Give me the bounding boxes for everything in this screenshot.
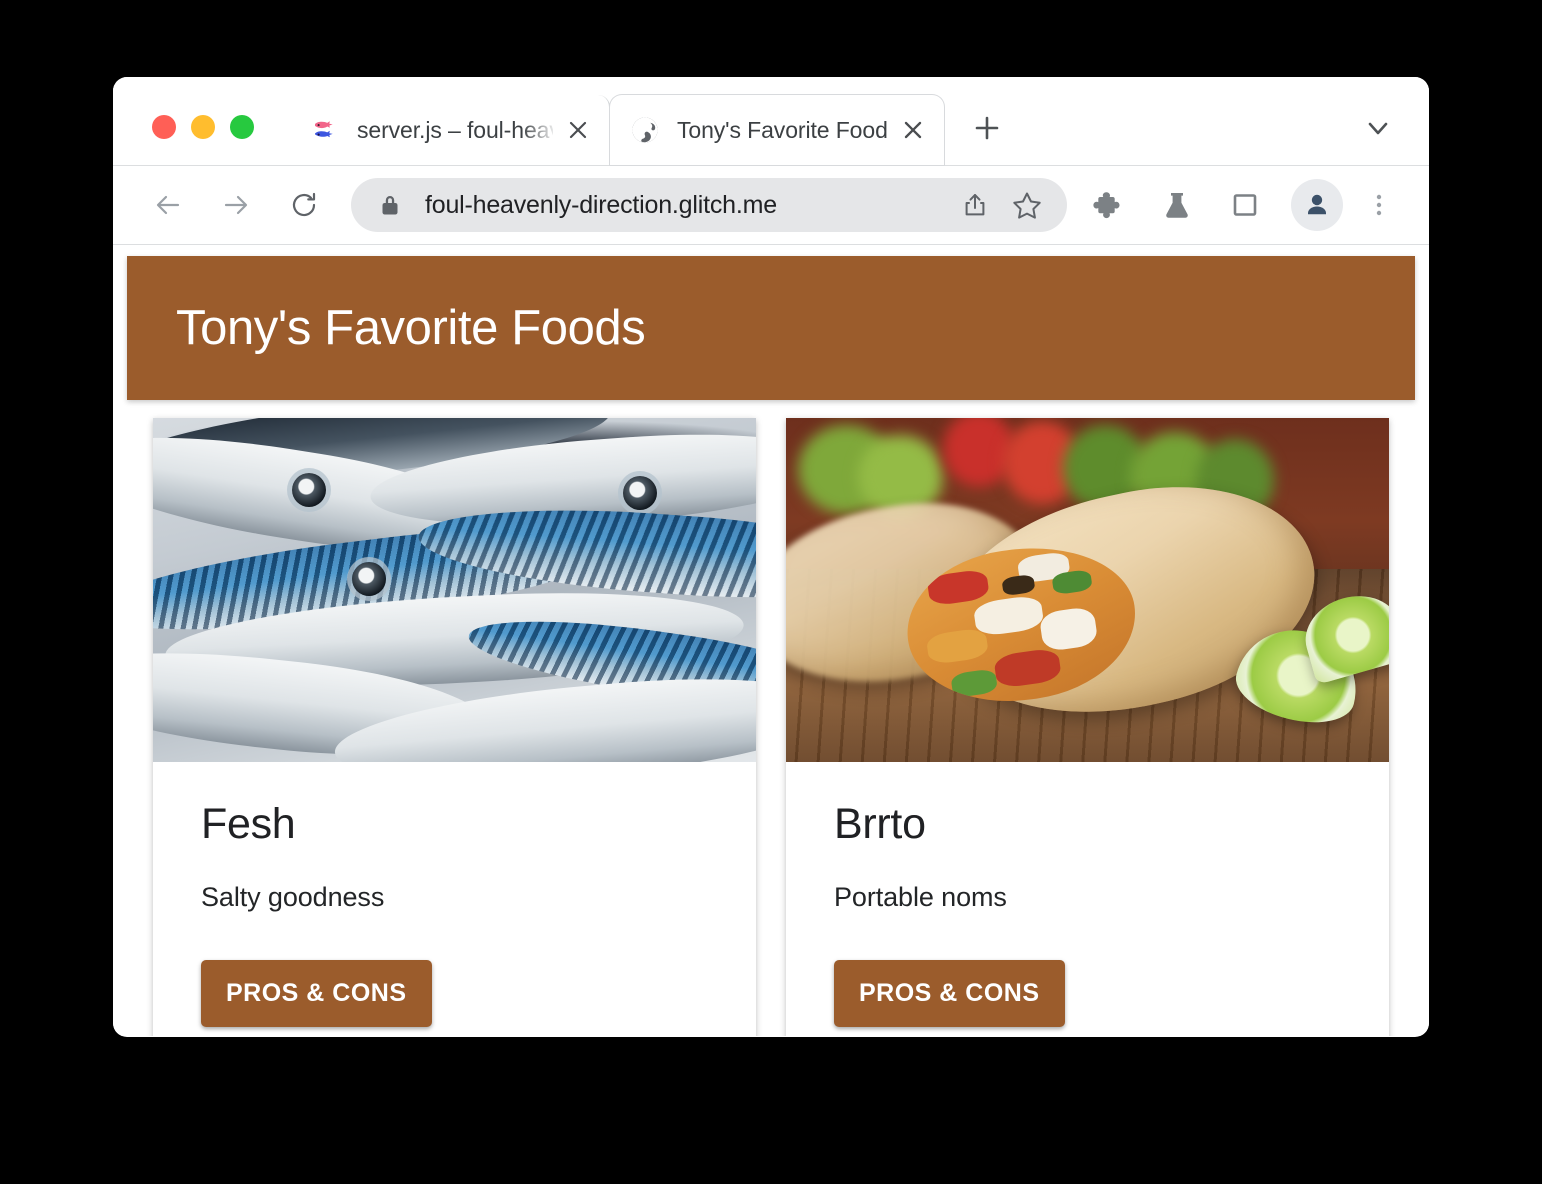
browser-toolbar: foul-heavenly-direction.glitch.me (113, 165, 1429, 245)
food-card-body-fesh: Fesh Salty goodness PROS & CONS (153, 762, 756, 1036)
fresh-mackerel-fish-photo (153, 418, 756, 762)
url-text[interactable]: foul-heavenly-direction.glitch.me (425, 191, 949, 220)
browser-menu-button[interactable] (1353, 179, 1405, 231)
tropical-fish-icon (310, 115, 340, 145)
food-card-brrto[interactable]: Brrto Portable noms PROS & CONS (786, 418, 1389, 1036)
forward-button[interactable] (211, 180, 261, 230)
address-bar[interactable]: foul-heavenly-direction.glitch.me (351, 178, 1067, 232)
forward-arrow-icon (221, 190, 251, 220)
food-card-description-brrto: Portable noms (834, 882, 1007, 912)
pros-and-cons-button-fesh[interactable]: PROS & CONS (201, 960, 432, 1027)
window-zoom-button[interactable] (230, 115, 254, 139)
tab-search-button[interactable] (1353, 103, 1403, 153)
globe-icon (630, 115, 660, 145)
window-close-button[interactable] (152, 115, 176, 139)
lock-icon (379, 193, 401, 217)
bookmark-button[interactable] (1001, 179, 1053, 231)
food-card-fesh[interactable]: Fesh Salty goodness PROS & CONS (153, 418, 756, 1036)
side-panel-button[interactable] (1219, 179, 1271, 231)
share-icon (961, 191, 989, 219)
new-tab-button[interactable] (960, 101, 1014, 155)
fish-photo-illustration (153, 418, 756, 762)
labs-button[interactable] (1151, 179, 1203, 231)
browser-window: server.js – foul-heavenly-dir (113, 77, 1429, 1037)
tab-close-button-tonys-favorite-foods[interactable] (896, 113, 930, 147)
side-panel-icon (1231, 191, 1259, 219)
food-card-title-fesh: Fesh (201, 800, 296, 848)
tab-tonys-favorite-foods[interactable]: Tony's Favorite Foods (610, 95, 944, 165)
tab-title-tonys-favorite-foods: Tony's Favorite Foods (677, 116, 888, 143)
food-card-body-brrto: Brrto Portable noms PROS & CONS (786, 762, 1389, 1036)
chicken-burrito-with-lime-photo (786, 418, 1389, 762)
window-minimize-button[interactable] (191, 115, 215, 139)
food-card-title-brrto: Brrto (834, 800, 926, 848)
back-button[interactable] (143, 180, 193, 230)
extensions-button[interactable] (1083, 179, 1135, 231)
food-card-grid: Fesh Salty goodness PROS & CONS Brrto Po… (153, 418, 1415, 1036)
three-dot-menu-icon (1366, 192, 1392, 218)
puzzle-piece-icon (1093, 189, 1125, 221)
screen: server.js – foul-heavenly-dir (0, 0, 1542, 1184)
back-arrow-icon (153, 190, 183, 220)
reload-button[interactable] (279, 180, 329, 230)
reload-icon (289, 190, 319, 220)
profile-avatar-icon (1302, 190, 1332, 220)
tab-server-js[interactable]: server.js – foul-heavenly-dir (290, 95, 610, 165)
page-content: Tony's Favorite Foods Fesh Salty goodnes… (113, 245, 1429, 1036)
star-icon (1012, 190, 1042, 220)
flask-icon (1162, 190, 1192, 220)
window-traffic-lights (113, 115, 254, 165)
chevron-down-icon (1364, 114, 1392, 142)
share-button[interactable] (949, 179, 1001, 231)
page-title: Tony's Favorite Foods (176, 301, 646, 355)
profile-button[interactable] (1291, 179, 1343, 231)
site-header-banner: Tony's Favorite Foods (127, 256, 1415, 400)
tab-strip: server.js – foul-heavenly-dir (113, 77, 1429, 165)
pros-and-cons-button-brrto[interactable]: PROS & CONS (834, 960, 1065, 1027)
tab-title-server-js: server.js – foul-heavenly-dir (357, 116, 553, 143)
plus-icon (973, 114, 1001, 142)
food-card-description-fesh: Salty goodness (201, 882, 385, 912)
burrito-photo-illustration (786, 418, 1389, 762)
tab-close-button-server-js[interactable] (561, 113, 595, 147)
tab-list: server.js – foul-heavenly-dir (290, 77, 1014, 165)
